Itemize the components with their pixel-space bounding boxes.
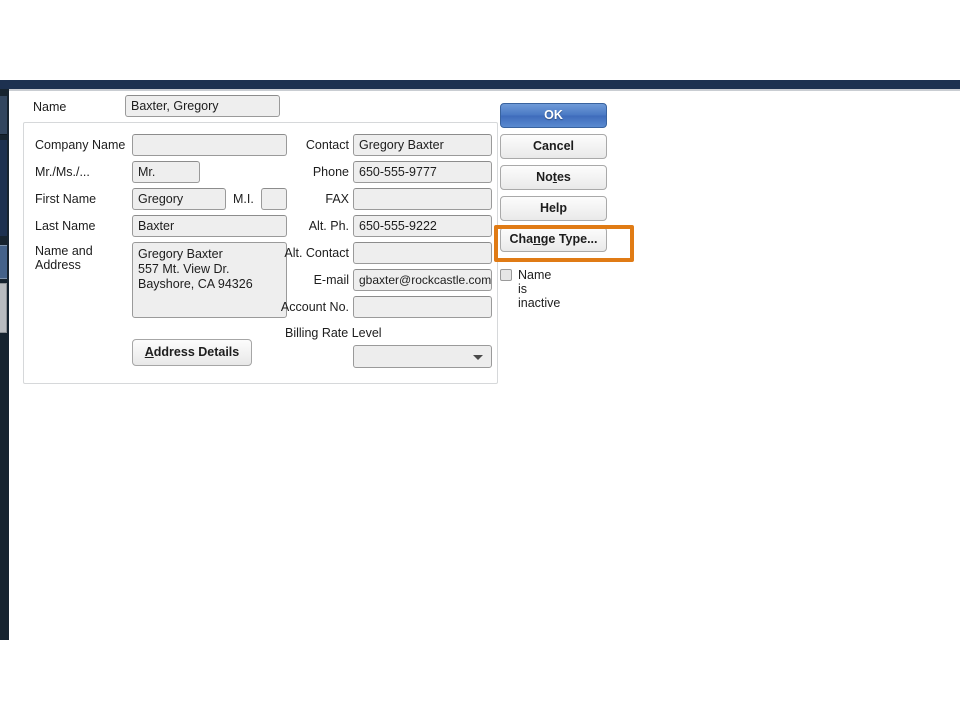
name-is-inactive-checkbox[interactable] [500, 269, 512, 281]
address-line: Bayshore, CA 94326 [138, 277, 253, 291]
first-name-input[interactable]: Gregory [132, 188, 226, 210]
company-name-input[interactable] [132, 134, 287, 156]
billing-rate-level-label: Billing Rate Level [285, 326, 382, 340]
alt-contact-label: Alt. Contact [284, 246, 349, 260]
phone-label: Phone [312, 165, 349, 179]
cancel-button[interactable]: Cancel [500, 134, 607, 159]
middle-initial-input[interactable] [261, 188, 287, 210]
rail-item-2[interactable] [0, 140, 7, 236]
name-and-address-textarea[interactable]: Gregory Baxter 557 Mt. View Dr. Bayshore… [132, 242, 287, 318]
chevron-down-icon [473, 355, 483, 360]
ok-button[interactable]: OK [500, 103, 607, 128]
contact-input[interactable]: Gregory Baxter [353, 134, 492, 156]
company-name-label: Company Name [35, 138, 126, 152]
fax-label: FAX [325, 192, 349, 206]
contact-label: Contact [305, 138, 349, 152]
account-number-input[interactable] [353, 296, 492, 318]
last-name-input[interactable]: Baxter [132, 215, 287, 237]
email-input[interactable]: gbaxter@rockcastle.com [353, 269, 492, 291]
name-is-inactive-label: Name is inactive [518, 268, 561, 310]
name-label: Name [33, 100, 67, 114]
notes-button[interactable]: Notes [500, 165, 607, 190]
change-type-button[interactable]: Change Type... [500, 227, 607, 252]
account-number-label: Account No. [280, 300, 349, 314]
alt-phone-input[interactable]: 650-555-9222 [353, 215, 492, 237]
email-label: E-mail [313, 273, 349, 287]
name-details-groupbox: Company Name Mr./Ms./... Mr. First Name … [23, 122, 498, 384]
address-line: 557 Mt. View Dr. [138, 262, 230, 276]
phone-input[interactable]: 650-555-9777 [353, 161, 492, 183]
billing-rate-level-select[interactable] [353, 345, 492, 368]
name-input[interactable]: Baxter, Gregory [125, 95, 280, 117]
alt-contact-input[interactable] [353, 242, 492, 264]
help-button[interactable]: Help [500, 196, 607, 221]
dialog-button-stack: OK Cancel Notes Help Change Type... [500, 103, 608, 258]
rail-item-3-selected[interactable] [0, 245, 7, 279]
edit-name-dialog: Name Baxter, Gregory Company Name Mr./Ms… [9, 91, 960, 391]
name-and-address-label: Name and Address [35, 244, 93, 272]
address-line: Gregory Baxter [138, 247, 223, 261]
first-name-label: First Name [35, 192, 97, 206]
salutation-label: Mr./Ms./... [35, 165, 90, 179]
last-name-label: Last Name [35, 219, 96, 233]
address-details-button[interactable]: Address Details [132, 339, 252, 366]
app-title-bar [0, 80, 960, 89]
rail-scrollbar-thumb[interactable] [0, 283, 7, 333]
middle-initial-label: M.I. [233, 192, 254, 206]
alt-phone-label: Alt. Ph. [308, 219, 349, 233]
rail-item-1[interactable] [0, 96, 7, 135]
name-row: Name Baxter, Gregory [24, 95, 494, 123]
salutation-input[interactable]: Mr. [132, 161, 200, 183]
fax-input[interactable] [353, 188, 492, 210]
